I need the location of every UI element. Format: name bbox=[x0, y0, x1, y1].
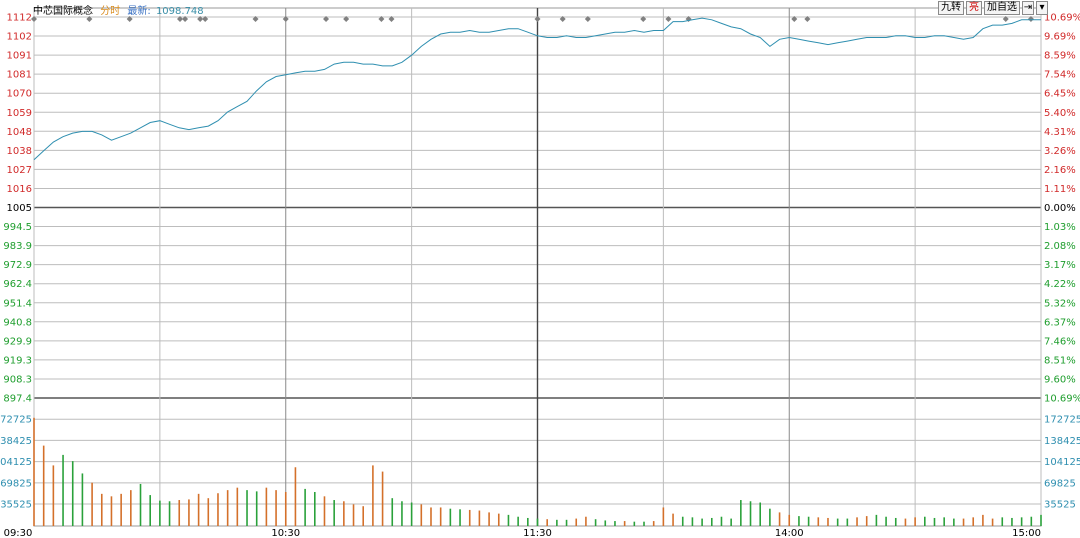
price-tick-label: 908.3 bbox=[3, 374, 32, 385]
percent-tick-label: 6.37% bbox=[1044, 317, 1076, 328]
volume-tick-label: 138425 bbox=[0, 436, 32, 447]
percent-tick-label: 4.22% bbox=[1044, 279, 1076, 290]
price-tick-label: 1070 bbox=[7, 89, 32, 100]
price-tick-label: 1048 bbox=[7, 127, 32, 138]
nine-turn-button[interactable]: 九转 bbox=[938, 1, 964, 15]
percent-tick-label: 8.59% bbox=[1044, 51, 1076, 62]
percent-tick-label: 0.00% bbox=[1044, 203, 1076, 214]
price-tick-label: 929.9 bbox=[3, 336, 32, 347]
price-tick-label: 1102 bbox=[7, 32, 32, 43]
chart-header: 中芯国际概念 分时 最新: 1098.748 bbox=[33, 2, 204, 17]
volume-tick-label: 69825 bbox=[0, 478, 32, 489]
price-tick-label: 972.9 bbox=[3, 260, 32, 271]
percent-tick-label: 5.40% bbox=[1044, 108, 1076, 119]
add-watchlist-button[interactable]: 加自选 bbox=[984, 1, 1020, 15]
chart-toolbar: 九转 亮 加自选 ⇥ ▾ bbox=[938, 1, 1048, 15]
time-axis: 09:30 10:30 11:30 14:00 15:00 bbox=[4, 528, 1041, 538]
percent-tick-label: 8.51% bbox=[1044, 355, 1076, 366]
percent-tick-label: 9.60% bbox=[1044, 374, 1076, 385]
time-tick-label: 15:00 bbox=[1012, 528, 1041, 538]
time-tick-label: 09:30 bbox=[4, 528, 33, 538]
time-tick-label: 14:00 bbox=[775, 528, 804, 538]
percent-tick-label: 7.46% bbox=[1044, 336, 1076, 347]
percent-tick-label: 2.08% bbox=[1044, 241, 1076, 252]
volume-tick-label: 104125 bbox=[0, 457, 32, 468]
price-tick-label: 1038 bbox=[7, 146, 32, 157]
latest-value: 1098.748 bbox=[155, 6, 204, 17]
price-tick-label: 962.4 bbox=[3, 279, 32, 290]
price-tick-label: 994.5 bbox=[3, 222, 32, 233]
volume-tick-label: 138425 bbox=[1044, 436, 1080, 447]
percent-tick-label: 10.69% bbox=[1044, 13, 1080, 24]
price-tick-label: 940.8 bbox=[3, 317, 32, 328]
price-tick-label: 897.4 bbox=[3, 394, 32, 405]
chart-grid bbox=[33, 7, 1042, 527]
mode-label: 分时 bbox=[100, 6, 121, 17]
volume-tick-label: 35525 bbox=[0, 500, 32, 511]
percent-tick-label: 3.17% bbox=[1044, 260, 1076, 271]
price-tick-label: 1005 bbox=[7, 203, 32, 214]
percent-tick-label: 6.45% bbox=[1044, 89, 1076, 100]
price-tick-label: 1091 bbox=[7, 51, 32, 62]
price-tick-label: 983.9 bbox=[3, 241, 32, 252]
percent-tick-label: 5.32% bbox=[1044, 298, 1076, 309]
price-tick-label: 919.3 bbox=[3, 355, 32, 366]
price-axis: 1112 1102 1091 1081 1070 1059 1048 1038 1027 1016… bbox=[0, 13, 32, 511]
percent-tick-label: 3.26% bbox=[1044, 146, 1076, 157]
volume-tick-label: 172725 bbox=[1044, 415, 1080, 426]
price-tick-label: 1059 bbox=[7, 108, 32, 119]
intraday-chart[interactable]: 1112 1102 1091 1081 1070 1059 1048 1038 1027 1016… bbox=[0, 0, 1080, 538]
bright-button[interactable]: 亮 bbox=[966, 1, 982, 15]
volume-tick-label: 35525 bbox=[1044, 500, 1076, 511]
percent-tick-label: 2.16% bbox=[1044, 165, 1076, 176]
time-tick-label: 10:30 bbox=[271, 528, 300, 538]
price-tick-label: 1016 bbox=[7, 184, 32, 195]
percent-tick-label: 10.69% bbox=[1044, 394, 1080, 405]
volume-tick-label: 104125 bbox=[1044, 457, 1080, 468]
percent-tick-label: 4.31% bbox=[1044, 127, 1076, 138]
price-tick-label: 1112 bbox=[7, 13, 32, 24]
price-tick-label: 951.4 bbox=[3, 298, 32, 309]
percent-tick-label: 9.69% bbox=[1044, 32, 1076, 43]
time-tick-label: 11:30 bbox=[523, 528, 552, 538]
price-tick-label: 1081 bbox=[7, 70, 32, 81]
volume-tick-label: 172725 bbox=[0, 415, 32, 426]
price-tick-label: 1027 bbox=[7, 165, 32, 176]
percent-tick-label: 7.54% bbox=[1044, 70, 1076, 81]
expand-icon[interactable]: ⇥ bbox=[1022, 1, 1034, 15]
percent-tick-label: 1.11% bbox=[1044, 184, 1076, 195]
percent-axis: 10.69% 9.69% 8.59% 7.54% 6.45% 5.40% 4.31% 3.26… bbox=[1044, 13, 1080, 511]
volume-tick-label: 69825 bbox=[1044, 478, 1076, 489]
index-name: 中芯国际概念 bbox=[33, 6, 93, 17]
menu-dropdown-icon[interactable]: ▾ bbox=[1036, 1, 1048, 15]
percent-tick-label: 1.03% bbox=[1044, 222, 1076, 233]
latest-label: 最新: bbox=[127, 6, 151, 17]
